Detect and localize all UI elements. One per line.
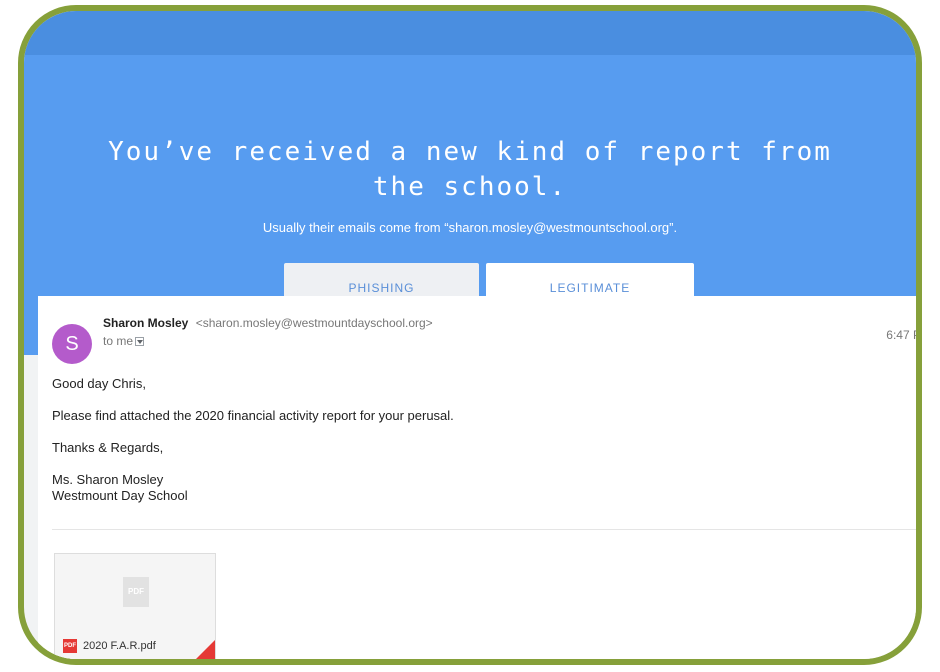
email-closing: Thanks & Regards, — [52, 440, 164, 455]
top-band — [24, 11, 916, 55]
sender-email: <sharon.mosley@westmountdayschool.org> — [195, 316, 433, 330]
sender-line: Sharon Mosley <sharon.mosley@westmountda… — [103, 316, 433, 330]
signature-org: Westmount Day School — [52, 488, 188, 503]
recipient-details-dropdown-icon[interactable] — [135, 337, 145, 346]
attachment-card[interactable]: PDF PDF 2020 F.A.R.pdf — [54, 553, 216, 659]
sender-avatar: S — [52, 324, 92, 364]
sender-name: Sharon Mosley — [103, 316, 189, 330]
recipient-line: to me — [103, 334, 145, 348]
email-time: 6:47 PM — [886, 328, 921, 342]
pdf-badge-icon: PDF — [63, 639, 77, 653]
attachment-preview: PDF — [55, 554, 215, 630]
pdf-preview-icon: PDF — [123, 577, 149, 607]
app-frame: You’ve received a new kind of report fro… — [18, 5, 922, 665]
email-body-text: Please find attached the 2020 financial … — [52, 408, 454, 423]
attachment-filename: 2020 F.A.R.pdf — [83, 640, 156, 652]
attachment-corner-icon — [193, 640, 215, 659]
email-card: S Sharon Mosley <sharon.mosley@westmount… — [38, 296, 921, 659]
attachment-divider — [52, 529, 916, 530]
signature-name: Ms. Sharon Mosley — [52, 472, 164, 487]
attachment-footer: PDF 2020 F.A.R.pdf — [55, 630, 215, 659]
email-greeting: Good day Chris, — [52, 376, 146, 391]
quiz-hint: Usually their emails come from “sharon.m… — [262, 220, 678, 235]
email-signature: Ms. Sharon Mosley Westmount Day School — [52, 472, 188, 504]
recipient-label: to me — [103, 334, 134, 348]
quiz-headline: You’ve received a new kind of report fro… — [108, 137, 832, 202]
